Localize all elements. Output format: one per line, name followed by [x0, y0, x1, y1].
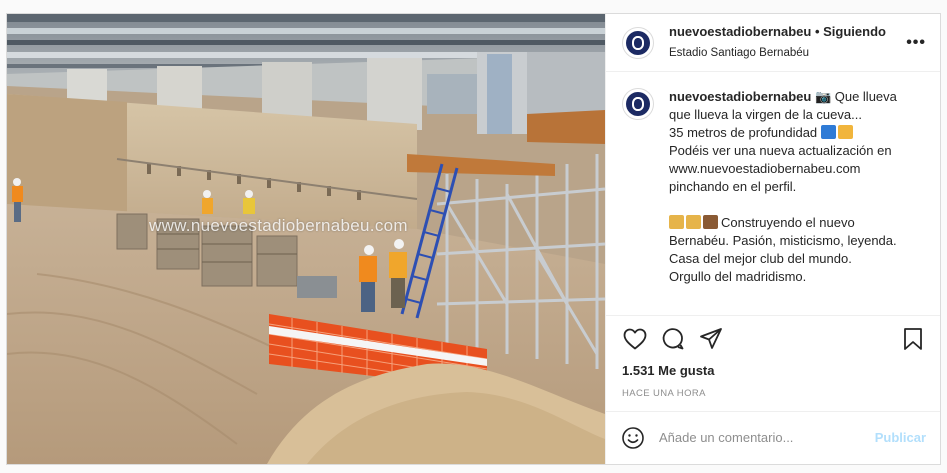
caption-line: Casa del mejor club del mundo.: [669, 251, 852, 267]
construction-worker-icon: [669, 215, 684, 230]
building-construction-icon: [703, 215, 718, 230]
caption-link: www.nuevoestadiobernabeu.com: [669, 161, 861, 177]
caption-line: pinchando en el perfil.: [669, 179, 797, 195]
bookmark-icon[interactable]: [898, 324, 928, 354]
following-button[interactable]: Siguiendo: [823, 24, 886, 39]
caption-line: Bernabéu. Pasión, misticismo, leyenda.: [669, 233, 897, 249]
caption-line: Construyendo el nuevo: [721, 215, 855, 231]
more-options-icon[interactable]: •••: [906, 34, 926, 52]
action-bar: [606, 316, 940, 362]
post-photo[interactable]: www.nuevoestadiobernabeu.com: [7, 14, 605, 464]
caption-text: nuevoestadiobernabeu 📷 Que llueva que ll…: [669, 88, 897, 315]
club-logo-icon: [626, 30, 650, 55]
likes-count[interactable]: 1.531 Me gusta: [606, 362, 940, 380]
club-logo-icon: [626, 92, 650, 117]
construction-site-image: [7, 14, 605, 464]
down-arrow-icon: [820, 125, 836, 140]
post-timestamp[interactable]: HACE UNA HORA: [606, 380, 940, 411]
add-comment-row: Publicar: [606, 410, 940, 464]
photo-watermark: www.nuevoestadiobernabeu.com: [149, 216, 408, 235]
post-header: nuevoestadiobernabeu • Siguiendo Estadio…: [606, 14, 940, 73]
comment-icon[interactable]: [658, 324, 688, 354]
construction-barrier-icon: [837, 125, 853, 140]
caption-line: 📷 Que llueva: [814, 89, 897, 105]
post-side-panel: nuevoestadiobernabeu • Siguiendo Estadio…: [605, 14, 940, 464]
heart-icon[interactable]: [620, 324, 650, 354]
caption-avatar[interactable]: [622, 88, 654, 121]
share-icon[interactable]: [696, 324, 726, 354]
avatar[interactable]: [622, 26, 654, 59]
caption-line: Orgullo del madridismo.: [669, 269, 807, 285]
header-username-link[interactable]: nuevoestadiobernabeu: [669, 24, 811, 39]
location-link[interactable]: Estadio Santiago Bernabéu: [669, 44, 906, 62]
header-text: nuevoestadiobernabeu • Siguiendo Estadio…: [669, 23, 906, 62]
caption-username-link[interactable]: nuevoestadiobernabeu: [669, 89, 811, 104]
emoji-icon[interactable]: [621, 426, 645, 450]
header-separator: •: [814, 24, 820, 40]
comment-input[interactable]: [659, 430, 875, 446]
instagram-post: www.nuevoestadiobernabeu.com nuevoestadi…: [6, 13, 941, 465]
post-caption: nuevoestadiobernabeu 📷 Que llueva que ll…: [606, 72, 940, 316]
caption-line: que llueva la virgen de la cueva...: [669, 107, 862, 123]
caption-line: Podéis ver una nueva actualización en: [669, 143, 892, 159]
publish-button[interactable]: Publicar: [875, 430, 926, 445]
caption-line: 35 metros de profundidad: [669, 125, 818, 141]
construction-worker-icon: [686, 215, 701, 230]
